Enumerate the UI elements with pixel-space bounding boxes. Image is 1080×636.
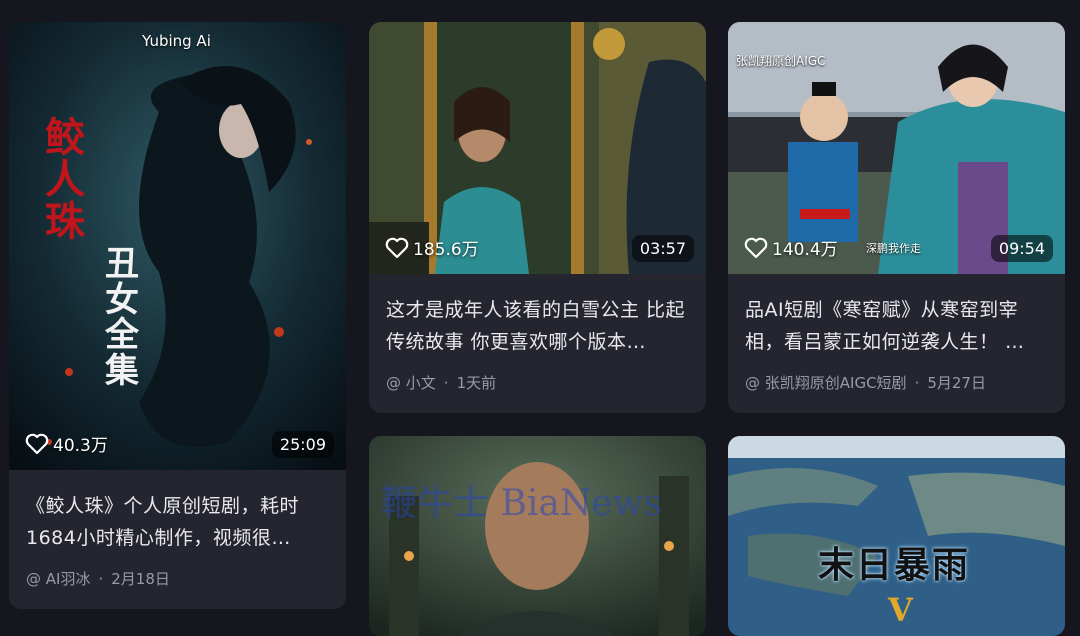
video-card-4[interactable]: 鞭牛士 BiaNews	[369, 436, 706, 636]
video-title[interactable]: 这才是成年人该看的白雪公主 比起传统故事 你更喜欢哪个版本…	[386, 294, 692, 358]
video-card-2[interactable]: 185.6万 03:57 这才是成年人该看的白雪公主 比起传统故事 你更喜欢哪个…	[369, 22, 706, 413]
poster-subtitle: V	[888, 591, 913, 629]
video-thumbnail[interactable]: 鞭牛士 BiaNews	[369, 436, 706, 636]
like-count-text: 185.6万	[413, 240, 479, 260]
heart-outline-icon	[25, 433, 49, 454]
author-name[interactable]: @ AI羽冰	[26, 570, 90, 588]
heart-outline-icon	[385, 237, 409, 258]
like-count: 140.4万	[744, 235, 838, 260]
video-duration: 03:57	[631, 235, 694, 262]
video-thumbnail[interactable]: 185.6万 03:57	[369, 22, 706, 274]
watermark-text: 张凯翔原创AIGC	[736, 54, 826, 68]
watermark-text: 鞭牛士 BiaNews	[381, 483, 662, 524]
author-name[interactable]: @ 张凯翔原创AIGC短剧	[745, 374, 907, 392]
author-name[interactable]: @ 小文	[386, 374, 436, 392]
video-title[interactable]: 《鲛人珠》个人原创短剧，耗时1684小时精心制作，视频很…	[26, 490, 332, 554]
poster-title: 末日暴雨	[818, 544, 971, 586]
video-card-5[interactable]: 末日暴雨 V	[728, 436, 1065, 636]
video-thumbnail[interactable]: 末日暴雨 V	[728, 436, 1065, 636]
meta-separator: ·	[443, 374, 449, 392]
video-card-1[interactable]: Yubing Ai 鲛人珠 丑女全集 40.3万 25:09 《鲛人珠》个人原创…	[9, 22, 346, 609]
like-count-text: 40.3万	[53, 436, 108, 456]
video-meta: @ 小文 · 1天前	[386, 372, 496, 393]
video-duration: 09:54	[990, 235, 1053, 262]
video-meta: @ AI羽冰 · 2月18日	[26, 568, 170, 589]
video-thumbnail[interactable]: 张凯翔原创AIGC 140.4万 深鹏我作走 09:54	[728, 22, 1065, 274]
mermaid-poster-image	[9, 22, 346, 470]
monk-portrait-image	[369, 436, 706, 636]
poster-subtitle-white: 丑女全集	[105, 244, 139, 392]
watermark-text: Yubing Ai	[142, 32, 211, 50]
publish-date: 1天前	[456, 374, 497, 392]
poster-title-red: 鲛人珠	[45, 114, 85, 245]
like-count: 40.3万	[25, 431, 108, 456]
like-count: 185.6万	[385, 235, 479, 260]
like-count-text: 140.4万	[772, 240, 838, 260]
video-thumbnail[interactable]: Yubing Ai 鲛人珠 丑女全集 40.3万 25:09	[9, 22, 346, 470]
video-duration: 25:09	[271, 431, 334, 458]
heart-outline-icon	[744, 237, 768, 258]
video-title[interactable]: 品AI短剧《寒窑赋》从寒窑到宰相，看吕蒙正如何逆袭人生！ …	[745, 294, 1051, 358]
meta-separator: ·	[98, 570, 104, 588]
publish-date: 5月27日	[927, 374, 986, 392]
overlay-note: 深鹏我作走	[866, 242, 921, 255]
publish-date: 2月18日	[111, 570, 170, 588]
video-meta: @ 张凯翔原创AIGC短剧 · 5月27日	[745, 372, 986, 393]
video-card-3[interactable]: 张凯翔原创AIGC 140.4万 深鹏我作走 09:54 品AI短剧《寒窑赋》从…	[728, 22, 1065, 413]
meta-separator: ·	[914, 374, 920, 392]
